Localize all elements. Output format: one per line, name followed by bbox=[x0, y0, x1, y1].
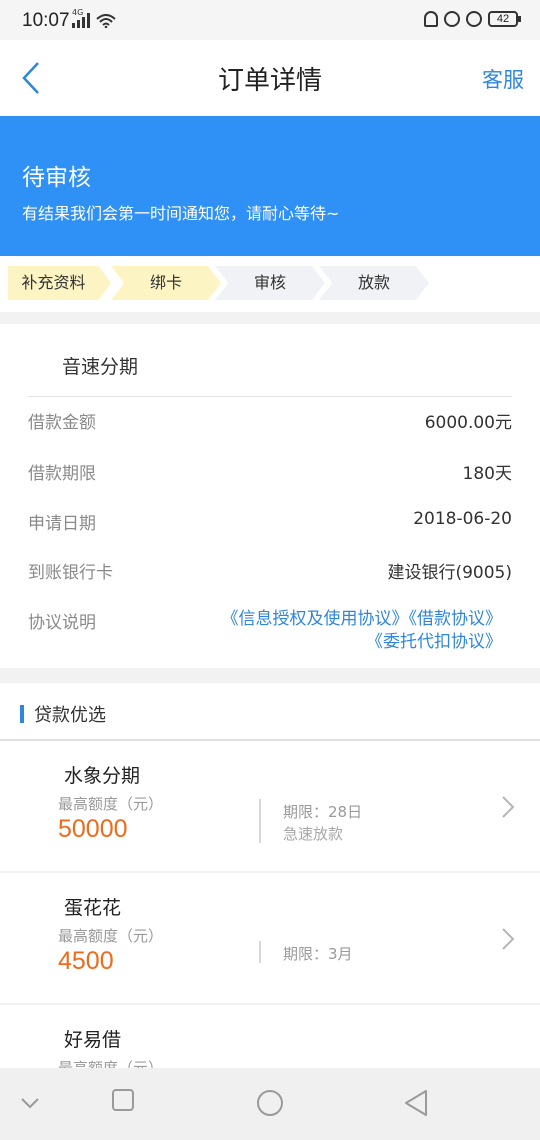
loan-amount: 4500 bbox=[58, 947, 114, 975]
loan-term: 期限：3月 bbox=[283, 945, 353, 963]
section-accent-bar bbox=[20, 705, 24, 723]
status-banner: 待审核 有结果我们会第一时间通知您，请耐心等待~ bbox=[0, 116, 540, 256]
page-title: 订单详情 bbox=[217, 66, 322, 96]
product-name: 音速分期 bbox=[62, 356, 139, 378]
order-status-description: 有结果我们会第一时间通知您，请耐心等待~ bbox=[22, 204, 340, 223]
loan-name: 好易借 bbox=[64, 1029, 122, 1051]
detail-label: 申请日期 bbox=[28, 514, 96, 534]
detail-row-loan-amount: 借款金额 6000.00元 bbox=[28, 408, 512, 438]
customer-service-button[interactable]: 客服 bbox=[482, 64, 524, 94]
detail-label: 协议说明 bbox=[28, 613, 96, 633]
loan-quota-label: 最高额度（元） bbox=[58, 795, 164, 813]
network-type: 4G bbox=[72, 8, 84, 17]
lock-rotation-icon bbox=[444, 11, 460, 27]
loan-note: 急速放款 bbox=[283, 825, 344, 843]
chevron-right-icon bbox=[502, 796, 515, 818]
loan-item[interactable]: 水象分期 最高额度（元） 50000 期限：28日 急速放款 bbox=[0, 741, 540, 871]
wifi-icon bbox=[96, 14, 116, 28]
loan-item[interactable]: 蛋花花 最高额度（元） 4500 期限：3月 bbox=[0, 873, 540, 1003]
chevron-down-icon[interactable] bbox=[20, 1096, 40, 1110]
loan-quota-label: 最高额度（元） bbox=[58, 927, 164, 945]
system-navigation-bar bbox=[0, 1068, 540, 1140]
detail-value: 6000.00元 bbox=[424, 413, 512, 433]
mute-bell-icon bbox=[424, 11, 438, 27]
loan-amount: 50000 bbox=[58, 815, 128, 843]
step-bind-card: 绑卡 bbox=[111, 266, 221, 300]
detail-label: 借款期限 bbox=[28, 464, 96, 484]
detail-value: 建设银行(9005) bbox=[387, 563, 512, 583]
recommend-section-header: 贷款优选 bbox=[0, 683, 540, 739]
info-authorization-agreement-link[interactable]: 《信息授权及使用协议》 bbox=[222, 609, 409, 629]
divider bbox=[259, 941, 261, 963]
back-triangle-icon[interactable] bbox=[402, 1088, 430, 1118]
detail-row-loan-term: 借款期限 180天 bbox=[28, 459, 512, 489]
recent-apps-square-icon[interactable] bbox=[111, 1088, 135, 1112]
detail-label: 借款金额 bbox=[28, 413, 96, 433]
loan-name: 水象分期 bbox=[64, 765, 141, 787]
withholding-agreement-link[interactable]: 《委托代扣协议》 bbox=[366, 632, 502, 652]
home-circle-icon[interactable] bbox=[255, 1088, 285, 1118]
detail-value: 2018-06-20 bbox=[413, 509, 512, 529]
loan-agreement-link[interactable]: 《借款协议》 bbox=[409, 609, 503, 629]
progress-steps: 补充资料 绑卡 审核 放款 bbox=[0, 256, 540, 312]
detail-row-apply-date: 申请日期 2018-06-20 bbox=[28, 509, 512, 539]
status-time: 10:07 bbox=[22, 10, 70, 31]
step-review: 审核 bbox=[215, 266, 325, 300]
order-status-title: 待审核 bbox=[22, 165, 91, 191]
order-detail-card: 音速分期 借款金额 6000.00元 借款期限 180天 申请日期 2018-0… bbox=[0, 324, 540, 668]
status-right-icons: 42 bbox=[424, 11, 521, 27]
step-disbursement: 放款 bbox=[319, 266, 429, 300]
loan-item[interactable]: 好易借 最高额度（元） bbox=[0, 1005, 540, 1068]
divider bbox=[28, 396, 512, 397]
loan-quota-label: 最高额度（元） bbox=[58, 1059, 164, 1068]
detail-row-bank-card: 到账银行卡 建设银行(9005) bbox=[28, 558, 512, 588]
cell-signal-icon: 4G bbox=[72, 8, 90, 28]
step-supplement-info: 补充资料 bbox=[8, 266, 111, 300]
divider bbox=[259, 799, 261, 843]
alarm-clock-icon bbox=[466, 11, 482, 27]
agreement-links: 《信息授权及使用协议》《借款协议》 《委托代扣协议》 bbox=[222, 608, 503, 654]
detail-label: 到账银行卡 bbox=[28, 563, 113, 583]
status-left-icons: 4G bbox=[72, 8, 116, 28]
nav-bar: 订单详情 客服 bbox=[0, 40, 540, 116]
loan-name: 蛋花花 bbox=[64, 897, 122, 919]
detail-value: 180天 bbox=[462, 464, 512, 484]
status-bar: 10:07 4G 42 bbox=[0, 0, 540, 40]
section-title: 贷款优选 bbox=[34, 705, 106, 726]
loan-term: 期限：28日 bbox=[283, 803, 363, 821]
battery-icon: 42 bbox=[488, 11, 521, 27]
chevron-right-icon bbox=[502, 928, 515, 950]
